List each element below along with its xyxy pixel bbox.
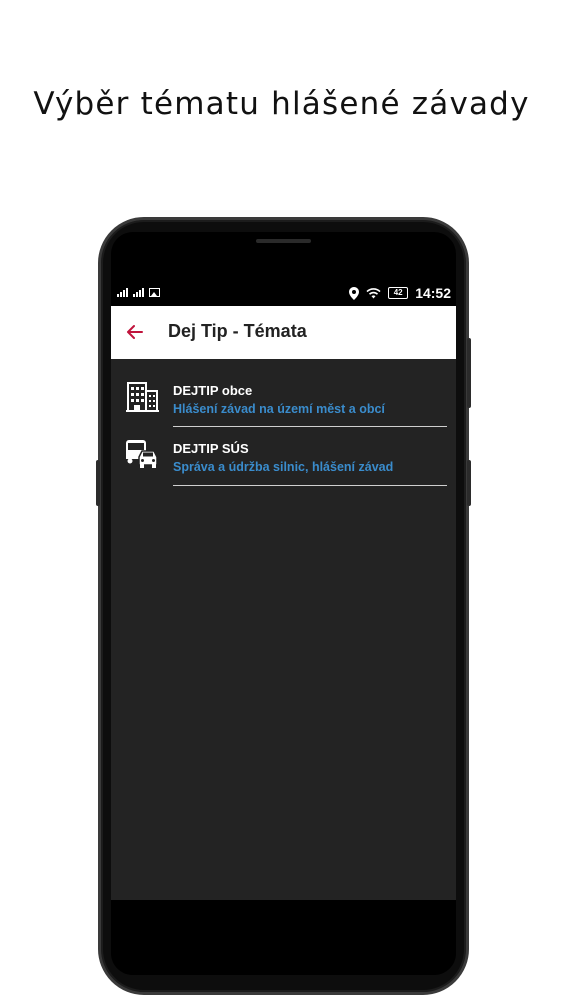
screen-bottom — [111, 900, 456, 975]
item-title: DEJTIP obce — [173, 383, 253, 398]
image-icon — [149, 288, 160, 297]
location-icon — [349, 286, 360, 300]
list-item-sus[interactable]: DEJTIP SÚS Správa a údržba silnic, hláše… — [111, 427, 456, 485]
divider — [173, 485, 447, 486]
status-bar: 42 14:52 — [111, 284, 456, 306]
side-button — [467, 460, 471, 506]
signal-icon — [133, 287, 144, 297]
item-title: DEJTIP SÚS — [173, 441, 249, 456]
item-subtitle: Hlášení závad na území měst a obcí — [173, 402, 385, 416]
wifi-icon — [366, 288, 381, 299]
building-icon — [126, 382, 159, 412]
list-item-obce[interactable]: DEJTIP obce Hlášení závad na území měst … — [111, 369, 456, 427]
status-time: 14:52 — [415, 285, 451, 301]
page-caption: Výběr tématu hlášené závady — [33, 86, 530, 122]
signal-icon — [117, 287, 128, 297]
earpiece — [256, 239, 311, 243]
page-title: Dej Tip - Témata — [168, 321, 307, 341]
power-button — [467, 338, 471, 408]
app-bar: Dej Tip - Témata — [111, 306, 456, 359]
battery-icon: 42 — [388, 287, 409, 299]
volume-button — [96, 460, 100, 506]
vehicles-icon — [126, 440, 158, 468]
item-subtitle: Správa a údržba silnic, hlášení závad — [173, 460, 394, 474]
topic-list: DEJTIP obce Hlášení závad na území měst … — [111, 359, 456, 900]
phone-screen: 42 14:52 Dej Tip - Témata DEJTIP obce Hl… — [111, 232, 456, 975]
arrow-left-icon[interactable] — [125, 322, 145, 342]
